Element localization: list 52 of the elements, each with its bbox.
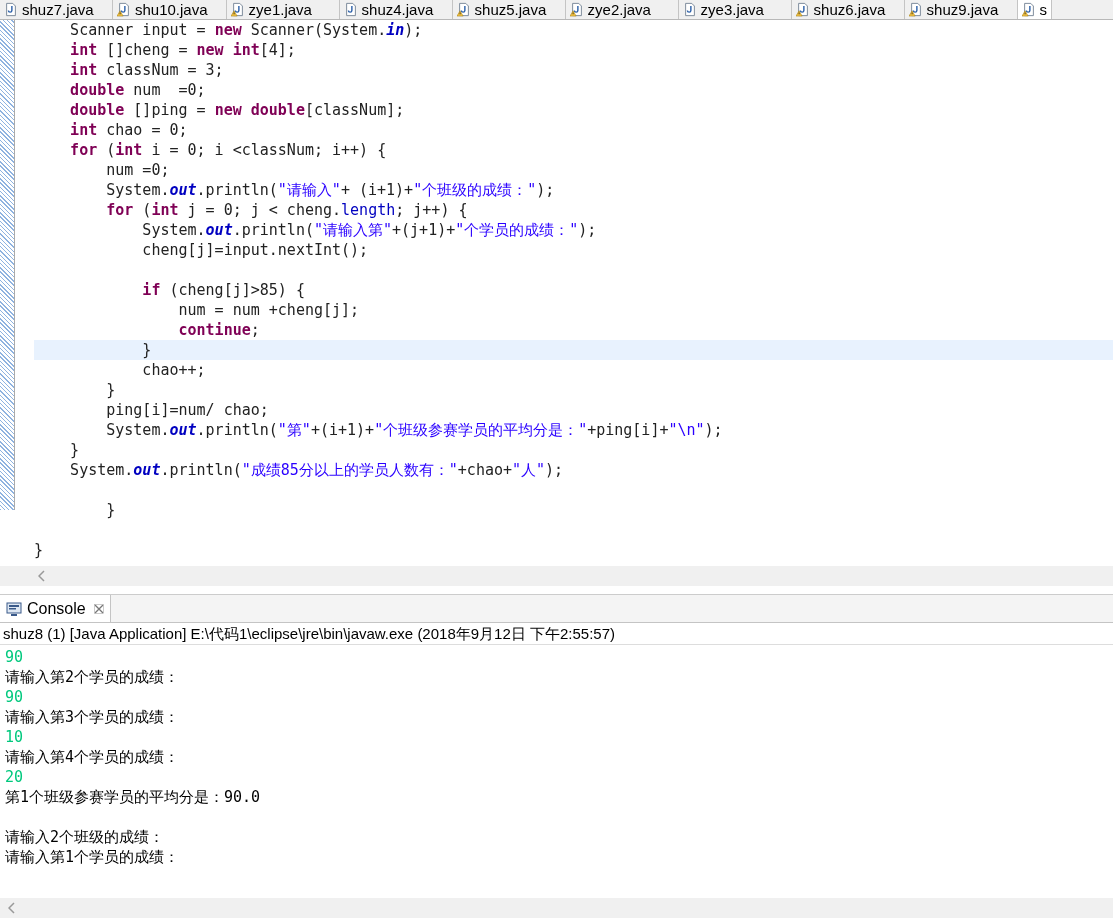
code-line: num = num +cheng[j];: [177, 301, 360, 319]
editor-tab[interactable]: s: [1017, 0, 1053, 19]
code-line: int classNum = 3;: [69, 61, 224, 79]
code-line: chao++;: [141, 361, 206, 379]
console-output-text: 请输入2个班级的成绩：: [5, 828, 165, 846]
code-line: System.out.println("第"+(i+1)+"个班级参赛学员的平均分是："+ping[i]+"\n");: [105, 421, 723, 439]
horizontal-scrollbar[interactable]: [0, 898, 1113, 918]
console-input-text: 10: [5, 728, 24, 746]
console-input-text: 90: [5, 688, 24, 706]
monitor-icon: [6, 600, 22, 617]
code-line: System.out.println("请输入第"+(j+1)+"个学员的成绩：");: [141, 221, 597, 239]
code-line: cheng[j]=input.nextInt();: [141, 241, 369, 259]
editor-tab[interactable]: zye2.java: [565, 0, 679, 19]
scroll-left-icon[interactable]: [8, 902, 16, 914]
code-line: num =0;: [105, 161, 170, 179]
code-line: if (cheng[j]>85) {: [141, 281, 305, 299]
code-line: int []cheng = new int[4];: [69, 41, 296, 59]
console-output-text: 第1个班级参赛学员的平均分是：90.0: [5, 788, 261, 806]
editor-tab[interactable]: shu10.java: [113, 0, 227, 19]
editor-tab[interactable]: shuz6.java: [791, 0, 905, 19]
console-input-text: 90: [5, 648, 24, 666]
code-line: for (int j = 0; j < cheng.length; j++) {: [105, 201, 468, 219]
console-output-text: 请输入第3个学员的成绩：: [5, 708, 180, 726]
close-icon[interactable]: [93, 603, 104, 614]
code-line: }: [34, 541, 44, 559]
code-line: System.out.println("请输入"+ (i+1)+"个班级的成绩：");: [105, 181, 555, 199]
editor-tab[interactable]: shuz9.java: [904, 0, 1018, 19]
editor-tab[interactable]: shuz7.java: [0, 0, 113, 19]
console-output-text: 请输入第1个学员的成绩：: [5, 848, 180, 866]
console-header: shuz8 (1) [Java Application] E:\代码1\eclipse\jre\bin\javaw.exe (2018年9月12日 下午2:55:57): [0, 623, 1113, 645]
console-output-text: 请输入第4个学员的成绩：: [5, 748, 180, 766]
code-line: }: [105, 501, 116, 519]
code-line: }: [141, 341, 152, 359]
code-line: continue;: [177, 321, 260, 339]
console-output-text: 请输入第2个学员的成绩：: [5, 668, 180, 686]
editor-tab[interactable]: zye1.java: [226, 0, 340, 19]
scroll-left-icon[interactable]: [38, 570, 46, 582]
code-line: ping[i]=num/ chao;: [105, 401, 269, 419]
code-line: double num =0;: [69, 81, 206, 99]
code-line: double []ping = new double[classNum];: [69, 101, 405, 119]
code-line: Scanner input = new Scanner(System.in);: [69, 21, 423, 39]
editor-tab[interactable]: shuz4.java: [339, 0, 453, 19]
code-line: }: [105, 381, 116, 399]
code-line: }: [69, 441, 80, 459]
code-line: System.out.println("成绩85分以上的学员人数有："+chao+"人");: [69, 461, 564, 479]
console-tab[interactable]: Console: [0, 595, 111, 622]
code-line: for (int i = 0; i <classNum; i++) {: [69, 141, 387, 159]
horizontal-scrollbar[interactable]: [0, 566, 1113, 586]
editor-tab[interactable]: zye3.java: [678, 0, 792, 19]
console-input-text: 20: [5, 768, 24, 786]
code-line: int chao = 0;: [69, 121, 188, 139]
editor-tab[interactable]: shuz5.java: [452, 0, 566, 19]
